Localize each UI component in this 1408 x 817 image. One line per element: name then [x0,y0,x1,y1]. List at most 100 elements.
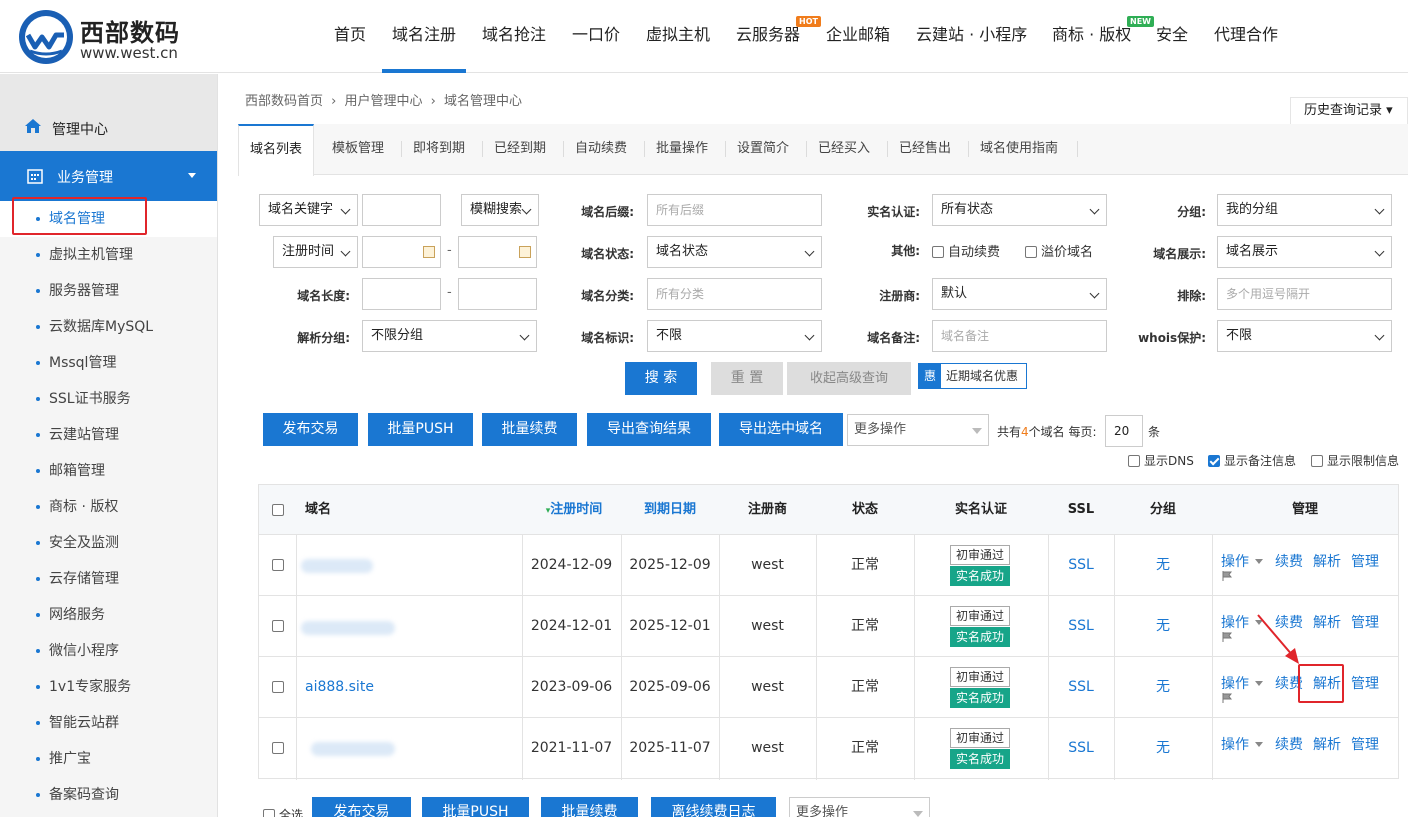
display-select[interactable]: 域名展示 [1217,236,1392,268]
manage-link[interactable]: 管理 [1351,734,1379,754]
sidebar-item-mysql[interactable]: 云数据库MySQL [0,309,217,345]
sidebar-item-server[interactable]: 服务器管理 [0,273,217,309]
group-select[interactable]: 我的分组 [1217,194,1392,226]
dns-link[interactable]: 解析 [1313,612,1341,632]
tab-batch[interactable]: 批量操作 [656,124,708,175]
flag-icon[interactable] [1222,571,1232,581]
sidebar-item-vhost[interactable]: 虚拟主机管理 [0,237,217,273]
more-actions-select[interactable]: 更多操作 [847,414,989,446]
nav-enterprise-mail[interactable]: 企业邮箱 [826,0,890,73]
batch-push-button[interactable]: 批量PUSH [368,413,473,446]
checkbox-checked[interactable] [1208,455,1220,467]
calendar-icon[interactable] [519,246,531,258]
breadcrumb-user-center[interactable]: 用户管理中心 [345,94,423,109]
category-input[interactable]: 所有分类 [647,278,822,310]
export-selected-button[interactable]: 导出选中域名 [719,413,843,446]
group-link[interactable]: 无 [1114,596,1212,657]
length-min-input[interactable] [362,278,441,310]
select-all-checkbox[interactable] [272,504,284,516]
col-reg-time[interactable]: ▾注册时间 [529,485,619,535]
publish-trade-button[interactable]: 发布交易 [263,413,358,446]
per-page-input[interactable]: 20 [1105,415,1143,447]
nav-virtual-host[interactable]: 虚拟主机 [646,0,710,73]
checkbox[interactable] [1128,455,1140,467]
search-button[interactable]: 搜 索 [625,362,697,395]
nav-trademark[interactable]: 商标 · 版权 [1052,0,1131,73]
more-actions-select-bottom[interactable]: 更多操作 [789,797,930,817]
operate-dropdown[interactable]: 操作 [1221,673,1263,693]
dns-group-select[interactable]: 不限分组 [362,320,537,352]
tab-sold[interactable]: 已经售出 [899,124,951,175]
tab-expiring[interactable]: 即将到期 [413,124,465,175]
tab-domain-list[interactable]: 域名列表 [238,124,315,176]
checkbox[interactable] [1311,455,1323,467]
sidebar-item-storage[interactable]: 云存储管理 [0,561,217,597]
domain-promo-button[interactable]: 惠近期域名优惠 [918,363,1027,389]
export-result-button[interactable]: 导出查询结果 [587,413,711,446]
tab-bought[interactable]: 已经买入 [818,124,870,175]
checkbox[interactable] [932,246,944,258]
dns-link[interactable]: 解析 [1313,551,1341,571]
auto-renew-filter[interactable]: 自动续费 [932,241,1000,260]
nav-security[interactable]: 安全 [1156,0,1188,73]
status-select[interactable]: 域名状态 [647,236,822,268]
show-limit-toggle[interactable]: 显示限制信息 [1311,452,1399,469]
group-link[interactable]: 无 [1114,718,1212,779]
logo[interactable]: 西部数码 www.west.cn [18,9,228,65]
sidebar-item-miniapp[interactable]: 微信小程序 [0,633,217,669]
dns-link[interactable]: 解析 [1313,734,1341,754]
ssl-link[interactable]: SSL [1048,596,1114,657]
date-start-input[interactable] [362,236,441,268]
remark-input[interactable]: 域名备注 [932,320,1107,352]
flag-icon[interactable] [1222,693,1232,703]
sidebar-item-mssql[interactable]: Mssql管理 [0,345,217,381]
row-checkbox[interactable] [272,681,284,693]
history-query-button[interactable]: 历史查询记录 ▾ [1290,97,1408,125]
ssl-link[interactable]: SSL [1048,535,1114,596]
flag-select[interactable]: 不限 [647,320,822,352]
show-remark-toggle[interactable]: 显示备注信息 [1208,452,1296,469]
group-link[interactable]: 无 [1114,535,1212,596]
batch-renew-button-bottom[interactable]: 批量续费 [541,797,638,817]
batch-renew-button[interactable]: 批量续费 [482,413,577,446]
nav-partner[interactable]: 代理合作 [1214,0,1278,73]
manage-link[interactable]: 管理 [1351,612,1379,632]
tab-template[interactable]: 模板管理 [332,124,384,175]
show-dns-toggle[interactable]: 显示DNS [1128,452,1194,469]
keyword-type-select[interactable]: 域名关键字 [259,194,358,226]
sidebar-item-network[interactable]: 网络服务 [0,597,217,633]
publish-trade-button-bottom[interactable]: 发布交易 [312,797,411,817]
checkbox[interactable] [1025,246,1037,258]
operate-dropdown[interactable]: 操作 [1221,551,1263,571]
row-checkbox[interactable] [272,559,284,571]
sidebar-item-mail[interactable]: 邮箱管理 [0,453,217,489]
batch-push-button-bottom[interactable]: 批量PUSH [422,797,529,817]
operate-dropdown[interactable]: 操作 [1221,734,1263,754]
checkbox[interactable] [263,809,275,817]
renew-link[interactable]: 续费 [1275,734,1303,754]
nav-cloud-server[interactable]: 云服务器 [736,0,800,73]
breadcrumb-home[interactable]: 西部数码首页 [245,94,323,109]
tab-expired[interactable]: 已经到期 [494,124,546,175]
calendar-icon[interactable] [423,246,435,258]
nav-domain-register[interactable]: 域名注册 [392,0,456,73]
reset-button[interactable]: 重 置 [711,362,783,395]
collapse-advanced-button[interactable]: 收起高级查询 [787,362,911,395]
flag-icon[interactable] [1222,632,1232,642]
ssl-link[interactable]: SSL [1048,657,1114,718]
sidebar-item-ssl[interactable]: SSL证书服务 [0,381,217,417]
select-all-bottom[interactable]: 全选 [263,806,303,817]
sidebar-item-sitebuilder[interactable]: 云建站管理 [0,417,217,453]
tab-intro[interactable]: 设置简介 [737,124,789,175]
nav-home[interactable]: 首页 [334,0,366,73]
group-link[interactable]: 无 [1114,657,1212,718]
match-mode-select[interactable]: 模糊搜索 [461,194,539,226]
nav-fixed-price[interactable]: 一口价 [572,0,620,73]
sidebar-item-expert[interactable]: 1v1专家服务 [0,669,217,705]
whois-select[interactable]: 不限 [1217,320,1392,352]
renew-link[interactable]: 续费 [1275,551,1303,571]
regtime-type-select[interactable]: 注册时间 [273,236,358,268]
manage-link[interactable]: 管理 [1351,551,1379,571]
sidebar-item-icp-query[interactable]: 备案码查询 [0,777,217,813]
nav-domain-snatch[interactable]: 域名抢注 [482,0,546,73]
